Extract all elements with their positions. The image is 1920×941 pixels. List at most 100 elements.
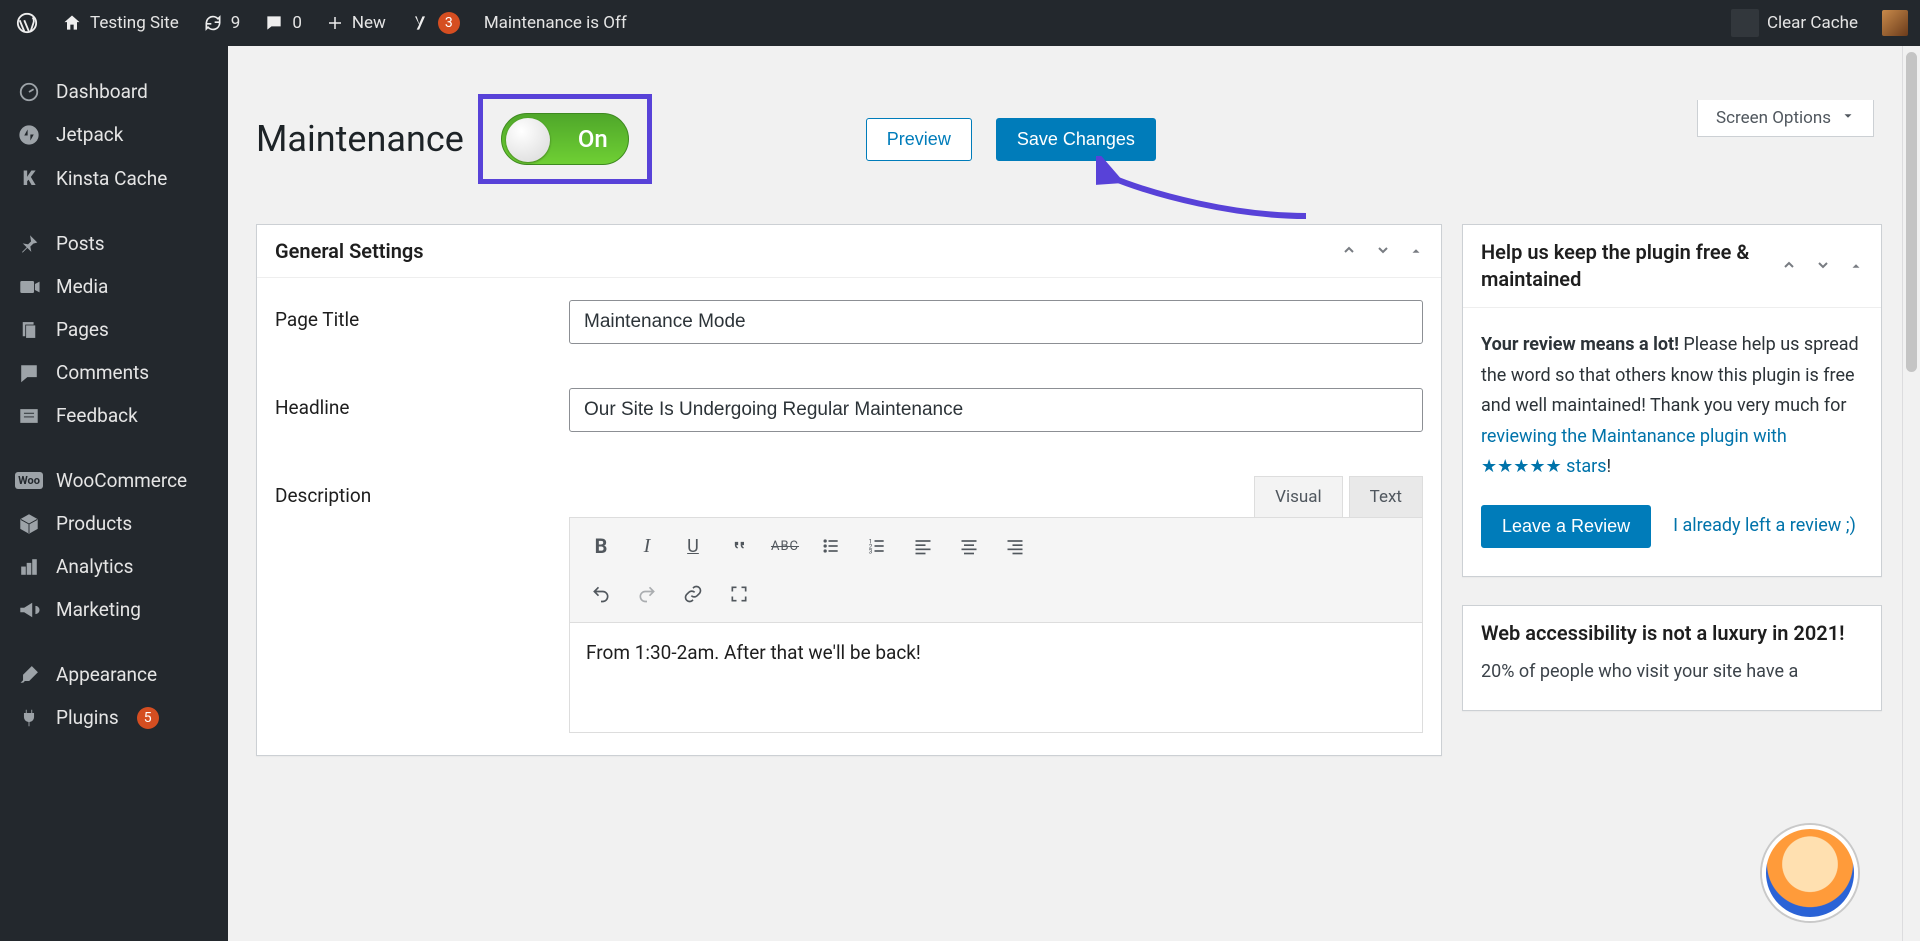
media-icon bbox=[16, 276, 42, 298]
description-editor[interactable]: From 1:30-2am. After that we'll be back! bbox=[569, 623, 1423, 733]
save-changes-button[interactable]: Save Changes bbox=[996, 118, 1156, 161]
panel-controls bbox=[1341, 239, 1423, 263]
clear-cache-icon bbox=[1731, 9, 1759, 37]
page-title-label: Page Title bbox=[275, 300, 545, 331]
headline-input[interactable] bbox=[569, 388, 1423, 432]
undo-icon[interactable] bbox=[580, 574, 622, 614]
page-title-input[interactable] bbox=[569, 300, 1423, 344]
seo-badge: 3 bbox=[438, 12, 460, 34]
avatar-icon bbox=[1882, 10, 1908, 36]
sidebar-item-appearance[interactable]: Appearance bbox=[0, 653, 228, 696]
already-reviewed-link[interactable]: I already left a review ;) bbox=[1673, 511, 1856, 542]
editor-toolbar: B I U ABC 123 bbox=[569, 517, 1423, 623]
new-link[interactable]: New bbox=[314, 0, 398, 46]
bold-icon[interactable]: B bbox=[580, 526, 622, 566]
yoast-icon bbox=[410, 13, 430, 33]
review-lead-tail: ! bbox=[1607, 456, 1612, 477]
leave-review-label: Leave a Review bbox=[1502, 516, 1630, 536]
panel-up-icon[interactable] bbox=[1781, 254, 1797, 278]
page-title: Maintenance bbox=[256, 118, 464, 160]
mascot-icon[interactable] bbox=[1762, 825, 1858, 921]
analytics-icon bbox=[16, 556, 42, 578]
sidebar-item-jetpack[interactable]: Jetpack bbox=[0, 113, 228, 156]
chevron-down-icon bbox=[1841, 108, 1855, 128]
redo-icon[interactable] bbox=[626, 574, 668, 614]
sidebar-item-media[interactable]: Media bbox=[0, 265, 228, 308]
sidebar-item-label: WooCommerce bbox=[56, 469, 187, 492]
sidebar-item-comments[interactable]: Comments bbox=[0, 351, 228, 394]
headline-label: Headline bbox=[275, 388, 545, 419]
kinsta-icon: K bbox=[16, 166, 42, 190]
save-label: Save Changes bbox=[1017, 129, 1135, 149]
align-center-icon[interactable] bbox=[948, 526, 990, 566]
quote-icon[interactable] bbox=[718, 526, 760, 566]
sidebar-item-label: Products bbox=[56, 512, 132, 535]
box-icon bbox=[16, 513, 42, 535]
wordpress-icon bbox=[16, 12, 38, 34]
toggle-knob bbox=[506, 118, 550, 162]
plug-icon bbox=[16, 707, 42, 729]
review-lead-strong: Your review means a lot! bbox=[1481, 334, 1679, 355]
megaphone-icon bbox=[16, 599, 42, 621]
sidebar-item-feedback[interactable]: Feedback bbox=[0, 394, 228, 437]
sidebar-item-products[interactable]: Products bbox=[0, 502, 228, 545]
toggle-highlight: On bbox=[478, 94, 652, 184]
sidebar-item-dashboard[interactable]: Dashboard bbox=[0, 70, 228, 113]
editor-tab-visual[interactable]: Visual bbox=[1254, 476, 1342, 517]
strike-icon[interactable]: ABC bbox=[764, 526, 806, 566]
panel-down-icon[interactable] bbox=[1375, 239, 1391, 263]
wp-logo[interactable] bbox=[4, 0, 50, 46]
panel-title: General Settings bbox=[275, 239, 1341, 263]
maintenance-toggle[interactable]: On bbox=[501, 113, 629, 165]
leave-review-button[interactable]: Leave a Review bbox=[1481, 505, 1651, 548]
panel-down-icon[interactable] bbox=[1815, 254, 1831, 278]
align-right-icon[interactable] bbox=[994, 526, 1036, 566]
review-link[interactable]: reviewing the Maintanance plugin with ★★… bbox=[1481, 426, 1787, 478]
sidebar-item-pages[interactable]: Pages bbox=[0, 308, 228, 351]
accessibility-title: Web accessibility is not a luxury in 202… bbox=[1481, 620, 1863, 647]
screen-options-label: Screen Options bbox=[1716, 108, 1831, 128]
fullscreen-icon[interactable] bbox=[718, 574, 760, 614]
screen-options-toggle[interactable]: Screen Options bbox=[1697, 100, 1874, 137]
seo-link[interactable]: 3 bbox=[398, 0, 472, 46]
toggle-label: On bbox=[578, 125, 608, 153]
comments-link[interactable]: 0 bbox=[252, 0, 314, 46]
sidebar-item-woocommerce[interactable]: WooWooCommerce bbox=[0, 459, 228, 502]
home-icon bbox=[62, 13, 82, 33]
vertical-scrollbar[interactable] bbox=[1902, 46, 1920, 941]
sidebar-item-plugins[interactable]: Plugins5 bbox=[0, 696, 228, 739]
updates-count: 9 bbox=[231, 13, 241, 33]
updates-link[interactable]: 9 bbox=[191, 0, 253, 46]
editor-tab-text[interactable]: Text bbox=[1349, 476, 1423, 517]
scrollbar-thumb[interactable] bbox=[1906, 52, 1917, 372]
panel-collapse-icon[interactable] bbox=[1849, 254, 1863, 278]
link-icon[interactable] bbox=[672, 574, 714, 614]
clear-cache-link[interactable]: Clear Cache bbox=[1719, 0, 1870, 46]
site-name-link[interactable]: Testing Site bbox=[50, 0, 191, 46]
pin-icon bbox=[16, 234, 42, 254]
panel-up-icon[interactable] bbox=[1341, 239, 1357, 263]
bulleted-list-icon[interactable] bbox=[810, 526, 852, 566]
main-content: Screen Options Maintenance On Preview Sa… bbox=[228, 46, 1902, 941]
rich-text-editor: Visual Text B I U ABC 123 bbox=[569, 476, 1423, 733]
align-left-icon[interactable] bbox=[902, 526, 944, 566]
comments-count: 0 bbox=[292, 13, 302, 33]
preview-button[interactable]: Preview bbox=[866, 118, 972, 161]
panel-collapse-icon[interactable] bbox=[1409, 239, 1423, 263]
sidebar-item-analytics[interactable]: Analytics bbox=[0, 545, 228, 588]
italic-icon[interactable]: I bbox=[626, 526, 668, 566]
new-label: New bbox=[352, 13, 386, 33]
my-account[interactable] bbox=[1870, 0, 1912, 46]
sidebar-item-kinsta[interactable]: KKinsta Cache bbox=[0, 156, 228, 200]
sidebar-item-marketing[interactable]: Marketing bbox=[0, 588, 228, 631]
sidebar-item-label: Media bbox=[56, 275, 108, 298]
jetpack-icon bbox=[16, 124, 42, 146]
refresh-icon bbox=[203, 13, 223, 33]
underline-icon[interactable]: U bbox=[672, 526, 714, 566]
numbered-list-icon[interactable]: 123 bbox=[856, 526, 898, 566]
description-label: Description bbox=[275, 476, 545, 507]
sidebar-item-label: Comments bbox=[56, 361, 149, 384]
comment-icon bbox=[264, 13, 284, 33]
maintenance-status-link[interactable]: Maintenance is Off bbox=[472, 0, 639, 46]
sidebar-item-posts[interactable]: Posts bbox=[0, 222, 228, 265]
